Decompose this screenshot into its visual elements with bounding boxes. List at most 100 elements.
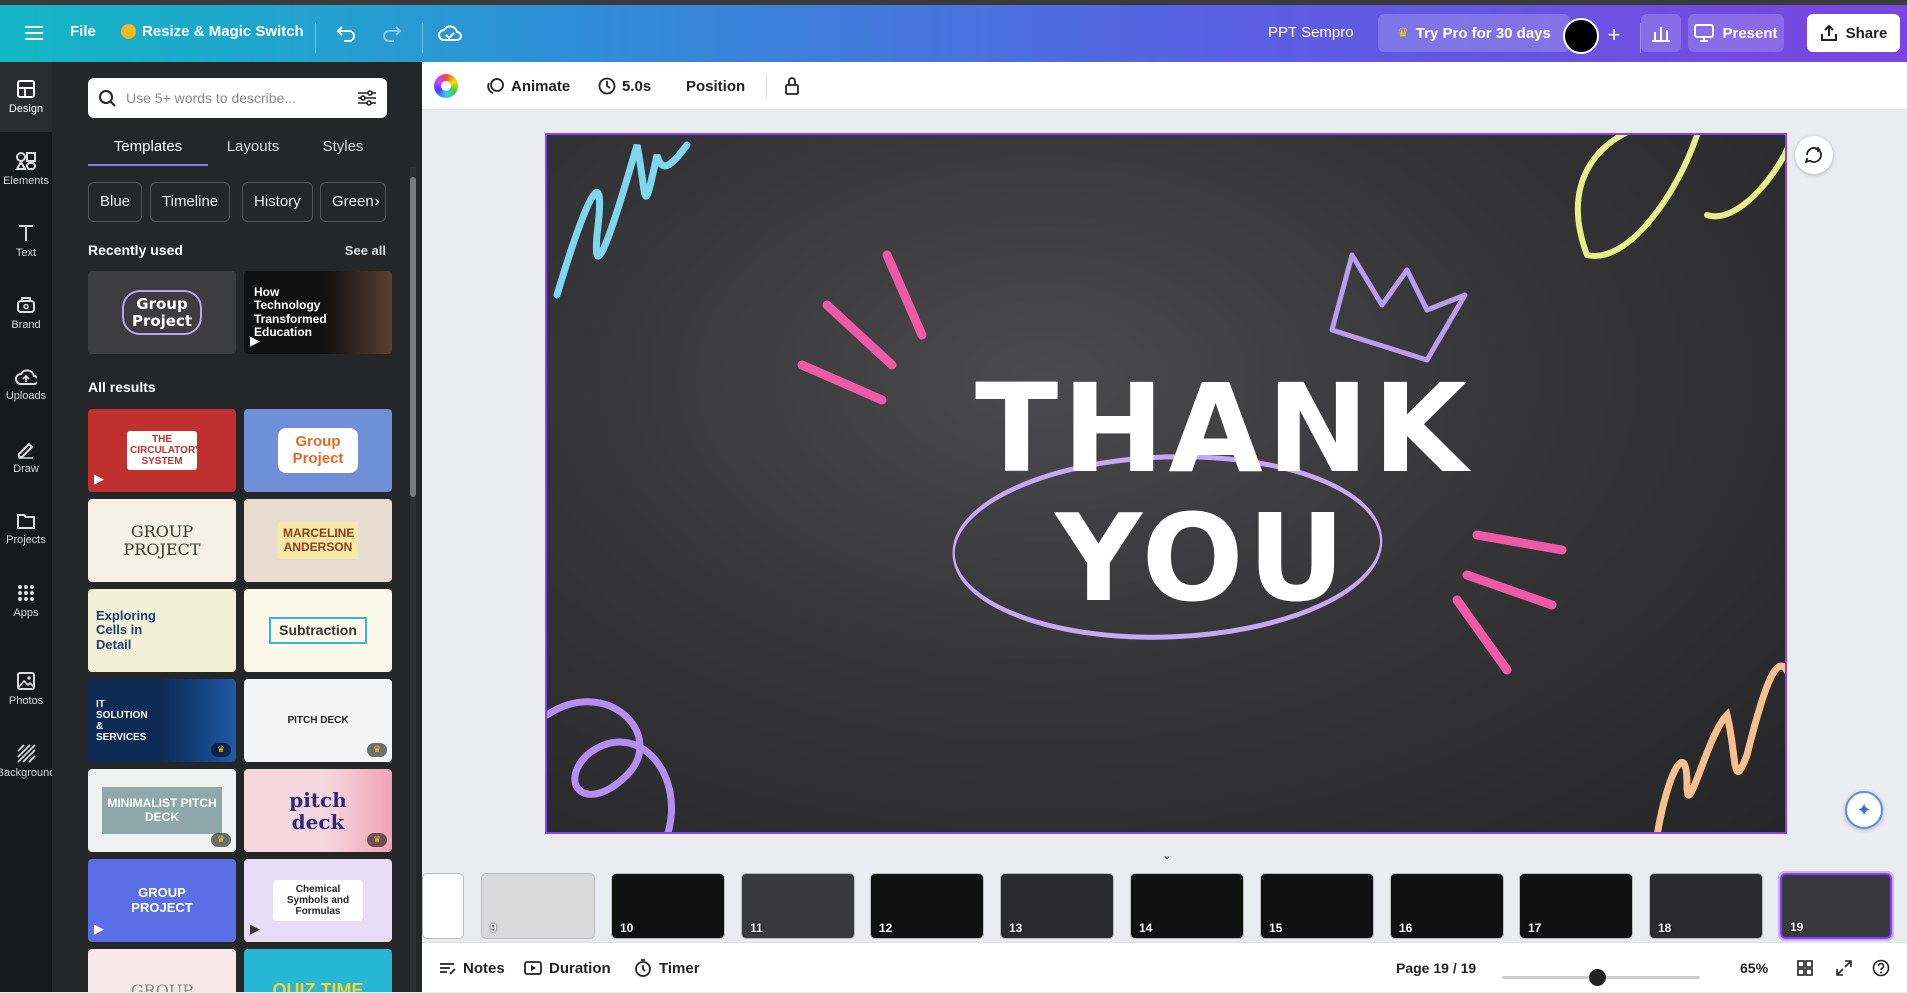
see-all-link[interactable]: See all (345, 243, 386, 258)
add-comment-button[interactable] (1795, 136, 1833, 174)
rail-item-text[interactable]: Text (0, 206, 52, 276)
page-thumbnail[interactable] (422, 873, 464, 939)
template-result[interactable]: IT SOLUTION & SERVICES ♛ (88, 679, 236, 762)
template-result[interactable]: MARCELINE ANDERSON (244, 499, 392, 582)
you-text[interactable]: YOU (1055, 490, 1349, 629)
grid-view-button[interactable] (1797, 943, 1813, 993)
file-menu[interactable]: File (70, 23, 96, 40)
present-button[interactable]: Present (1688, 14, 1784, 52)
template-result[interactable]: MINIMALIST PITCH DECK ♛ (88, 769, 236, 852)
timer-button[interactable]: Timer (634, 943, 700, 993)
resize-magic-switch-button[interactable]: Resize & Magic Switch (121, 23, 304, 40)
zoom-percentage[interactable]: 65% (1740, 943, 1768, 993)
rail-item-background[interactable]: Background (0, 726, 55, 796)
template-result[interactable]: Subtraction (244, 589, 392, 672)
fullscreen-button[interactable] (1836, 943, 1852, 993)
scroll-thumb[interactable] (410, 177, 416, 497)
duration-button[interactable]: Duration (524, 943, 611, 993)
page-number: 19 (1790, 920, 1804, 934)
zoom-slider-knob[interactable] (1589, 969, 1606, 986)
page-thumbnail[interactable]: 18 (1649, 873, 1763, 939)
template-thumb-text: How Technology Transformed Education (254, 285, 327, 339)
rail-label: Draw (13, 463, 39, 475)
background-color-button[interactable] (434, 74, 458, 98)
panel-scrollbar[interactable] (408, 167, 418, 992)
template-result[interactable]: Chemical Symbols and Formulas ▶ (244, 859, 392, 942)
rail-item-apps[interactable]: Apps (0, 566, 52, 636)
template-result[interactable]: Group Project (244, 409, 392, 492)
page-thumbnail[interactable]: 11 (741, 873, 855, 939)
present-icon (1694, 24, 1715, 42)
insights-button[interactable] (1641, 14, 1681, 52)
page-thumbnail[interactable]: 10 (611, 873, 725, 939)
try-pro-button[interactable]: ♛ Try Pro for 30 days (1378, 14, 1570, 52)
filter-chip-timeline[interactable]: Timeline (150, 182, 231, 222)
template-result[interactable]: THE CIRCULATORY SYSTEM ▶ (88, 409, 236, 492)
template-result[interactable]: GROUP (88, 949, 236, 992)
page-thumbnail[interactable]: 9 (481, 873, 595, 939)
filter-chip-blue[interactable]: Blue (88, 182, 143, 222)
page-indicator[interactable]: Page 19 / 19 (1396, 943, 1476, 993)
template-result[interactable]: PITCH DECK ♛ (244, 679, 392, 762)
tab-styles[interactable]: Styles (298, 128, 388, 166)
present-label: Present (1722, 24, 1778, 42)
template-thumb-text: Subtraction (269, 616, 367, 645)
hide-pages-toggle[interactable]: ⌄ (1155, 848, 1179, 862)
add-collaborator-button[interactable]: + (1600, 21, 1628, 49)
rail-item-projects[interactable]: Projects (0, 494, 52, 564)
rail-item-uploads[interactable]: Uploads (0, 350, 52, 420)
magic-assistant-button[interactable]: ✦ (1845, 791, 1883, 829)
rail-item-brand[interactable]: Brand (0, 278, 52, 348)
recent-template[interactable]: How Technology Transformed Education ▶ (244, 271, 392, 354)
animate-label: Animate (511, 77, 571, 95)
team-avatar[interactable] (1563, 18, 1599, 54)
position-button[interactable]: Position (686, 62, 745, 110)
help-button[interactable] (1872, 943, 1890, 993)
rail-label: Uploads (5, 390, 47, 402)
page-thumbnail[interactable]: 17 (1519, 873, 1633, 939)
cloud-save-status[interactable] (436, 19, 464, 47)
recent-template[interactable]: Group Project (88, 271, 236, 354)
share-button[interactable]: Share (1807, 14, 1900, 52)
lock-button[interactable] (780, 74, 804, 98)
page-thumbnail[interactable]: 13 (1000, 873, 1114, 939)
page-number: 14 (1139, 921, 1153, 935)
page-thumbnail[interactable]: 16 (1390, 873, 1504, 939)
animate-button[interactable]: Animate (486, 62, 570, 110)
template-search[interactable]: Use 5+ words to describe... (88, 78, 387, 118)
filter-icon[interactable] (357, 89, 377, 107)
template-result[interactable]: GROUP PROJECT ▶ (88, 859, 236, 942)
folder-icon (17, 514, 35, 529)
thank-text[interactable]: THANK (975, 358, 1471, 500)
tab-layouts[interactable]: Layouts (208, 128, 298, 166)
page-thumbnail[interactable]: 12 (870, 873, 984, 939)
redo-button[interactable] (378, 19, 406, 47)
menu-button[interactable] (16, 15, 52, 51)
rail-item-photos[interactable]: Photos (0, 654, 52, 724)
page-thumbnail[interactable]: 19 (1778, 871, 1894, 941)
page-thumbnail[interactable]: 15 (1260, 873, 1374, 939)
document-title[interactable]: PPT Sempro (1268, 24, 1354, 41)
template-result[interactable]: QUIZ TIME (244, 949, 392, 992)
template-result[interactable]: GROUP PROJECT (88, 499, 236, 582)
undo-button[interactable] (332, 19, 360, 47)
expand-icon (1836, 960, 1852, 976)
play-icon: ▶ (94, 920, 104, 936)
notes-button[interactable]: Notes (438, 943, 505, 993)
filter-chip-history[interactable]: History (242, 182, 313, 222)
rail-label: Text (15, 247, 37, 259)
search-input[interactable]: Use 5+ words to describe... (126, 90, 357, 106)
template-result[interactable]: Exploring Cells in Detail (88, 589, 236, 672)
play-icon: ▶ (250, 332, 260, 348)
rail-item-elements[interactable]: Elements (0, 134, 52, 204)
duration-button[interactable]: 5.0s (598, 62, 651, 110)
rail-item-design[interactable]: Design (0, 62, 52, 132)
page-thumbnail[interactable]: 14 (1130, 873, 1244, 939)
page-number: 12 (879, 921, 893, 935)
pro-crown-icon: ♛ (367, 743, 387, 757)
tab-templates[interactable]: Templates (88, 128, 208, 166)
page-number: 16 (1399, 921, 1413, 935)
template-result[interactable]: pitch deck ♛ (244, 769, 392, 852)
rail-item-draw[interactable]: Draw (0, 422, 52, 492)
chips-next-button[interactable]: › (366, 188, 388, 216)
